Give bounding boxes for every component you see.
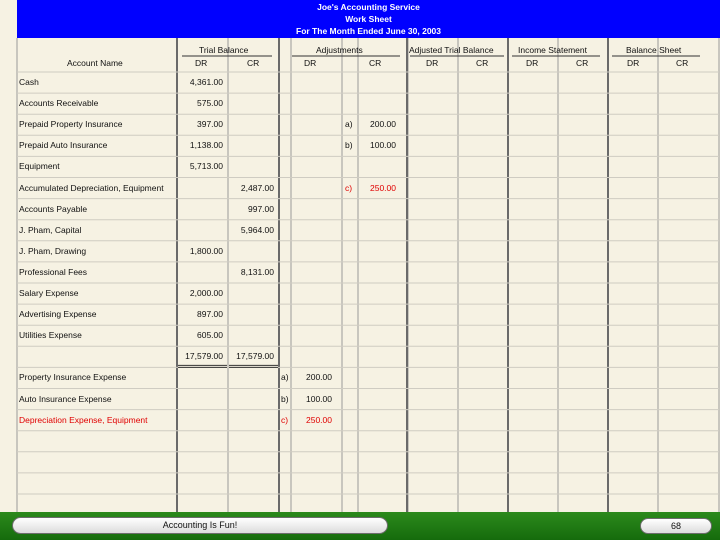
tb-cr-value: 997.00 <box>248 203 274 214</box>
tb-dr-value: 575.00 <box>197 98 223 109</box>
account-name: Depreciation Expense, Equipment <box>19 414 148 425</box>
tb-dr-value: 897.00 <box>197 309 223 320</box>
account-name: Prepaid Property Insurance <box>19 119 123 130</box>
adjusted-trial-balance-header: Adjusted Trial Balance <box>409 45 494 55</box>
account-name: Utilities Expense <box>19 330 82 341</box>
atb-dr-header: DR <box>426 58 439 68</box>
adj-dr-ref: c) <box>281 414 289 425</box>
adj-cr-ref: b) <box>345 140 353 151</box>
tb-cr-value: 17,579.00 <box>236 351 274 362</box>
tb-dr-value: 2,000.00 <box>189 288 223 298</box>
atb-cr-header: CR <box>476 58 489 68</box>
account-name: Cash <box>19 77 39 87</box>
tb-dr-value: 4,361.00 <box>189 77 223 87</box>
bs-dr-header: DR <box>627 58 640 68</box>
account-name: Salary Expense <box>19 288 79 298</box>
tb-dr-header: DR <box>195 58 208 68</box>
account-name: Accumulated Depreciation, Equipment <box>19 182 164 193</box>
adj-dr-value: 250.00 <box>306 414 332 425</box>
bs-cr-header: CR <box>676 58 689 68</box>
tb-dr-value: 397.00 <box>197 119 223 130</box>
adj-cr-ref: a) <box>345 119 353 130</box>
worksheet-table <box>0 0 720 540</box>
tb-dr-value: 5,713.00 <box>189 161 223 172</box>
tb-dr-value: 1,800.00 <box>189 245 223 256</box>
is-dr-header: DR <box>526 58 539 68</box>
account-name: Auto Insurance Expense <box>19 393 112 404</box>
account-name-header: Account Name <box>67 58 123 68</box>
tb-dr-value: 605.00 <box>197 330 223 341</box>
adj-cr-ref: c) <box>345 182 353 193</box>
adj-dr-value: 100.00 <box>306 393 332 404</box>
adj-cr-value: 200.00 <box>370 119 396 130</box>
account-name: Property Insurance Expense <box>19 372 127 383</box>
adj-dr-header: DR <box>304 58 317 68</box>
trial-balance-header: Trial Balance <box>199 45 249 55</box>
account-name: J. Pham, Capital <box>19 224 82 235</box>
tb-dr-value: 1,138.00 <box>189 140 223 151</box>
page-number: 68 <box>640 518 712 534</box>
is-cr-header: CR <box>576 58 589 68</box>
adj-dr-ref: b) <box>281 393 289 404</box>
account-name: Prepaid Auto Insurance <box>19 140 108 151</box>
balance-sheet-header: Balance Sheet <box>626 45 682 55</box>
tb-cr-value: 2,487.00 <box>240 182 274 193</box>
account-name: Equipment <box>19 161 60 172</box>
adj-cr-value: 100.00 <box>370 140 396 151</box>
income-statement-header: Income Statement <box>518 45 587 55</box>
tb-dr-value: 17,579.00 <box>185 351 223 362</box>
account-name: Accounts Payable <box>19 203 88 214</box>
adj-dr-value: 200.00 <box>306 372 332 383</box>
adj-dr-ref: a) <box>281 372 289 383</box>
footer-slogan: Accounting Is Fun! <box>12 517 388 534</box>
adjustments-header: Adjustments <box>316 45 363 55</box>
account-name: Professional Fees <box>19 266 88 277</box>
account-name: Accounts Receivable <box>19 98 99 109</box>
tb-cr-value: 8,131.00 <box>240 266 274 277</box>
tb-cr-value: 5,964.00 <box>240 224 274 235</box>
adj-cr-header: CR <box>369 58 382 68</box>
adj-cr-value: 250.00 <box>370 182 396 193</box>
tb-cr-header: CR <box>247 58 260 68</box>
worksheet-grid <box>16 38 720 516</box>
account-name: Advertising Expense <box>19 309 97 320</box>
account-name: J. Pham, Drawing <box>19 245 87 256</box>
